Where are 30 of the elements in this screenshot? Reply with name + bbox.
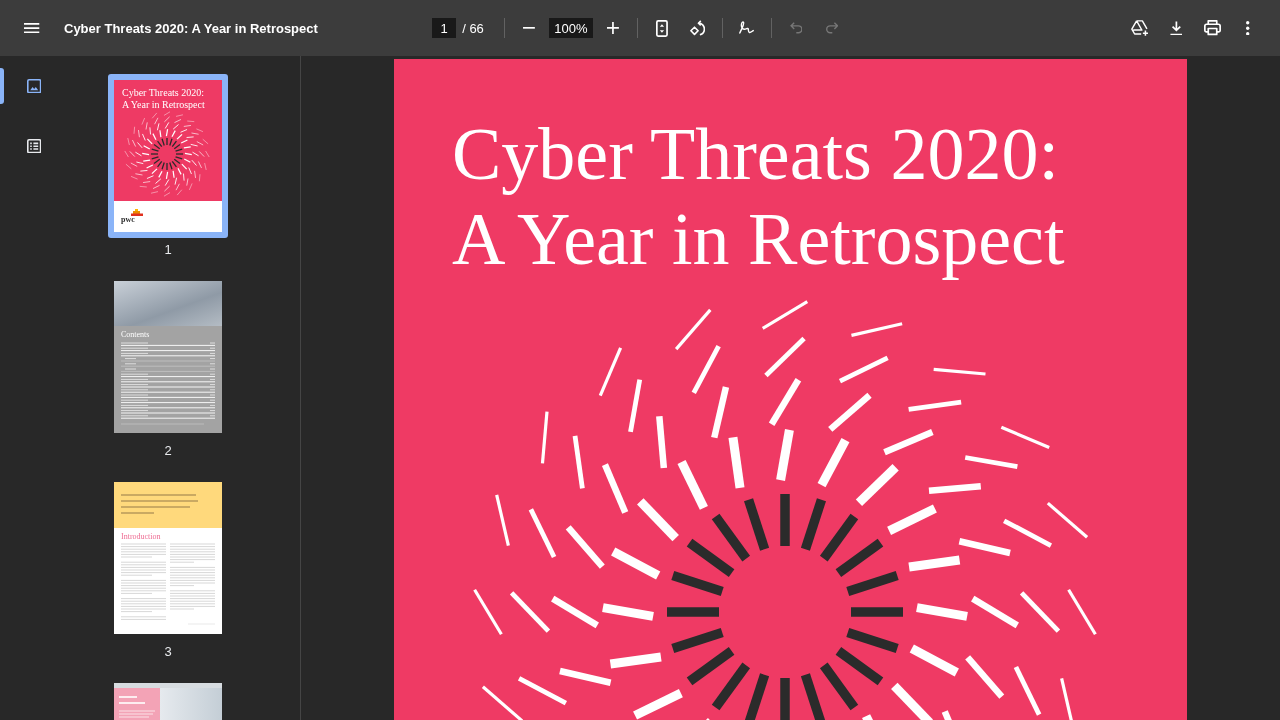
logo-text: pwc [121,216,135,224]
page-title: Cyber Threats 2020: A Year in Retrospect [452,112,1066,282]
menu-icon [24,22,40,34]
thumbnail-heading: Contents [121,330,150,339]
thumbnail-heading: Introduction [121,532,161,541]
stacked-blocks-icon [131,209,143,216]
rotate-icon [690,20,706,36]
fit-page-icon [655,19,668,37]
printer-icon [1203,20,1221,36]
thumbnail-title: Cyber Threats 2020: A Year in Retrospect [122,87,206,111]
squiggle-icon [739,21,755,35]
page-number-label: 1 [164,242,172,258]
more-vertical-icon [1246,20,1250,36]
triangle-plus-icon [1131,20,1149,36]
page-count: / 66 [462,20,484,36]
document-title: Cyber Threats 2020: A Year in Retrospect [64,20,318,36]
undo-icon [789,22,803,34]
plus-icon [606,22,619,34]
minus-icon [522,27,535,29]
page-number-label: 2 [164,443,172,459]
selection-indicator [0,68,4,104]
download-icon [1169,20,1183,36]
page-number-label: 3 [164,644,172,660]
zoom-field[interactable]: 100% [548,18,593,38]
image-icon [26,78,42,94]
text-lines-drawing [119,696,155,718]
list-icon [26,138,42,154]
page-number-field[interactable]: 1 [432,18,457,38]
page-thumbnail[interactable]: Cyber Threats 2020: A Year in Retrospect pwc [108,74,228,238]
redo-icon [825,22,839,34]
